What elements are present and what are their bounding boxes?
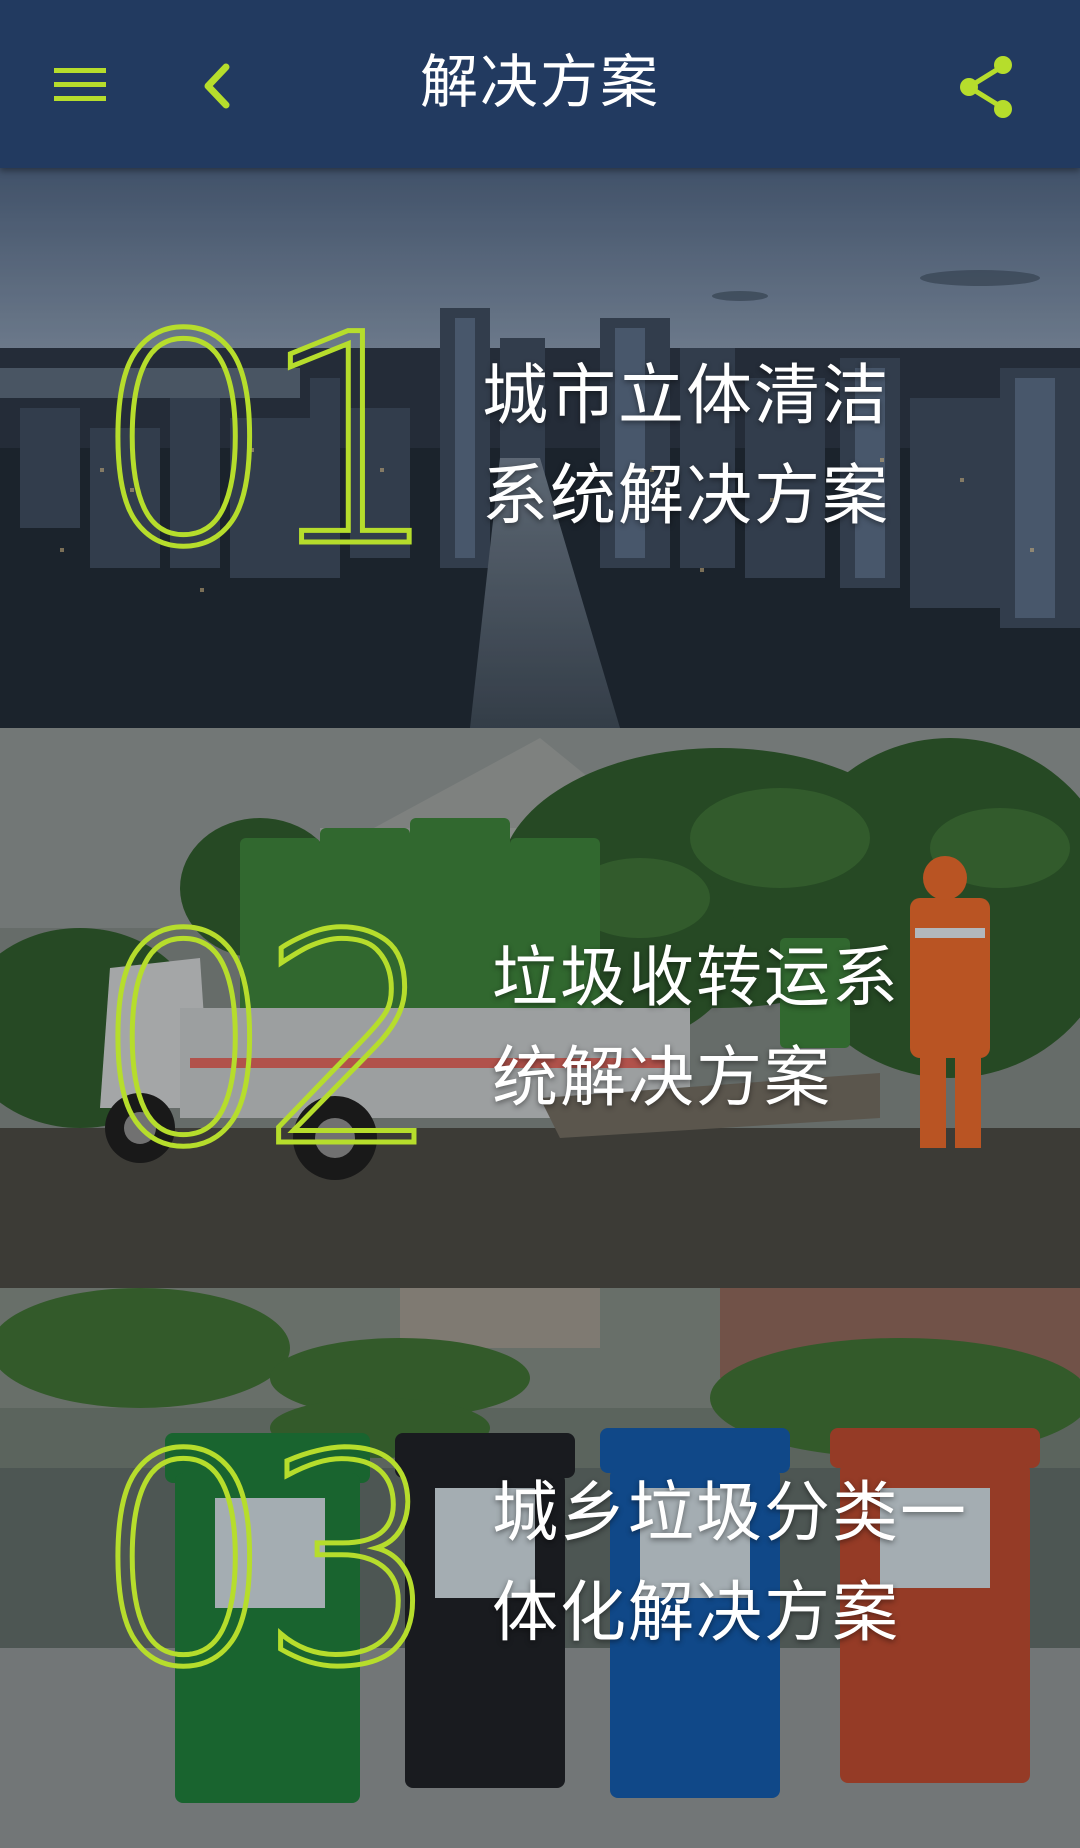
solution-title-line-1: 城乡垃圾分类一 xyxy=(492,1474,968,1551)
solution-title: 城乡垃圾分类一 体化解决方案 xyxy=(492,1463,968,1663)
solution-number: 03 xyxy=(89,1394,445,1731)
solution-title: 城市立体清洁 系统解决方案 xyxy=(482,346,890,546)
solution-number: 02 xyxy=(89,874,445,1211)
share-icon[interactable] xyxy=(955,52,1019,122)
solution-card-garbage-transfer[interactable]: 02 垃圾收转运系 统解决方案 xyxy=(0,728,1080,1288)
chevron-left-icon[interactable] xyxy=(190,55,250,115)
top-nav-bar: 解决方案 xyxy=(0,0,1080,168)
solution-title-line-2: 体化解决方案 xyxy=(492,1574,900,1651)
solution-title-line-2: 系统解决方案 xyxy=(482,457,890,534)
solution-card-city-cleaning[interactable]: 01 城市立体清洁 系统解决方案 xyxy=(0,168,1080,728)
solution-card-waste-sorting[interactable]: 03 城乡垃圾分类一 体化解决方案 xyxy=(0,1288,1080,1848)
solution-number: 01 xyxy=(89,274,445,611)
solution-title: 垃圾收转运系 统解决方案 xyxy=(492,928,900,1128)
solution-title-line-1: 城市立体清洁 xyxy=(482,357,890,434)
solution-title-line-2: 统解决方案 xyxy=(492,1039,832,1116)
hamburger-menu-icon[interactable] xyxy=(50,57,114,113)
solution-title-line-1: 垃圾收转运系 xyxy=(492,939,900,1016)
page-title: 解决方案 xyxy=(419,48,660,116)
